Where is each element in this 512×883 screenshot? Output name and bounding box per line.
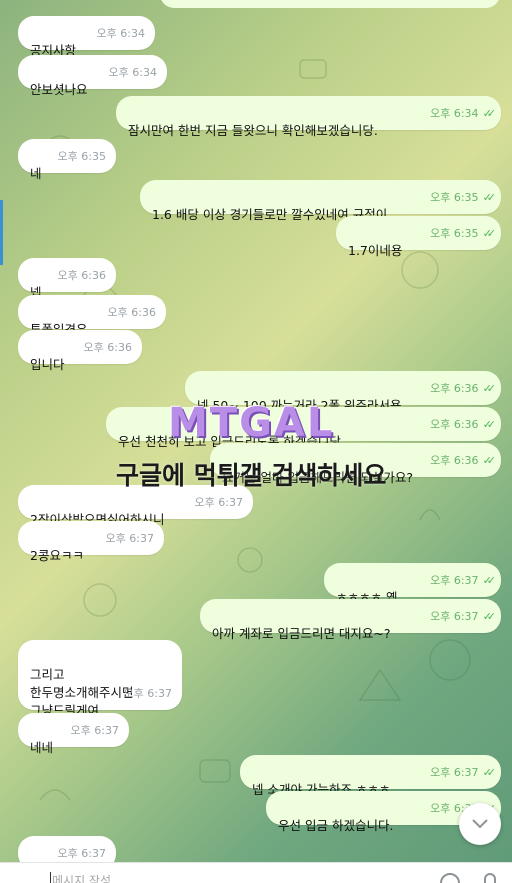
message-bubble[interactable]: 넵 오후 6:36 (18, 258, 116, 300)
message-bubble[interactable]: ㅎㅎㅎㅎ 옙 오후 6:37 ✓✓ (324, 563, 501, 605)
message-text: 네 (30, 166, 42, 181)
message-time: 오후 6:35 (430, 227, 479, 240)
message-text: 1.7이네용 (348, 243, 403, 258)
double-check-icon: ✓✓ (482, 227, 497, 240)
message-time: 오후 6:37 (123, 687, 172, 700)
smile-icon[interactable] (440, 873, 460, 883)
message-time: 오후 6:34 (430, 107, 479, 120)
message-time: 오후 6:36 (430, 454, 479, 467)
message-text: 잠시만여 한번 지금 들왓으니 확인해보겠습니당. (128, 123, 378, 138)
message-meta: 오후 6:37✓✓ (430, 608, 497, 626)
message-time: 오후 6:36 (83, 341, 132, 354)
message-text: 네네 (30, 740, 54, 755)
message-time: 오후 6:37 (57, 847, 106, 860)
message-time: 오후 6:35 (430, 191, 479, 204)
double-check-icon: ✓✓ (482, 191, 497, 204)
message-text: 우선 입금 하겠습니다. (278, 818, 394, 833)
message-bubble[interactable]: 네네 오후 6:37 (18, 713, 129, 755)
message-composer[interactable]: 메시지 작성 (0, 862, 512, 883)
message-time: 오후 6:37 (70, 724, 119, 737)
double-check-icon: ✓✓ (482, 418, 497, 431)
double-check-icon: ✓✓ (482, 610, 497, 623)
message-bubble[interactable]: 네 오후 6:37 (18, 836, 116, 862)
double-check-icon: ✓✓ (482, 107, 497, 120)
message-time: 오후 6:36 (57, 269, 106, 282)
message-time: 오후 6:34 (96, 27, 145, 40)
message-bubble[interactable]: 2콩요ㅋㅋ 오후 6:37 (18, 521, 164, 563)
watermark-text: 구글에 먹튀갤 검색하세요 (116, 461, 387, 490)
message-bubble[interactable]: 잠시만여 한번 지금 들왓으니 확인해보겠습니당. 오후 6:34 ✓✓ (116, 96, 501, 138)
message-bubble[interactable]: 아까 계좌로 입금드리면 대지요~? 오후 6:37 ✓✓ (200, 599, 501, 641)
message-time: 오후 6:35 (57, 150, 106, 163)
message-text: 그리고 한두명소개해주시면 그냥드릴게여 (30, 667, 134, 718)
message-bubble[interactable]: 1.7이네용 오후 6:35 ✓✓ (336, 216, 501, 258)
message-time: 오후 6:37 (430, 610, 479, 623)
double-check-icon: ✓✓ (482, 454, 497, 467)
message-meta: 오후 6:34 ✓✓ (430, 105, 497, 123)
message-bubble[interactable]: 공지사항 오후 6:34 (18, 16, 155, 58)
microphone-icon[interactable] (484, 873, 496, 883)
message-time: 오후 6:36 (107, 306, 156, 319)
watermark-logo: MTGAL (168, 400, 335, 446)
message-input[interactable]: 메시지 작성 (52, 872, 111, 883)
message-meta: 오후 6:37✓✓ (430, 764, 497, 782)
message-meta: 오후 6:36 ✓✓ (430, 452, 497, 470)
message-bubble-partial (160, 0, 500, 8)
message-text: 2콩요ㅋㅋ (30, 548, 84, 563)
message-text: 아까 계좌로 입금드리면 대지요~? (212, 626, 391, 641)
message-bubble[interactable]: 1.6 배당 이상 경기들로만 깔수있네여 규정이 오후 6:35 ✓✓ (140, 180, 501, 222)
message-time: 오후 6:37 (194, 496, 243, 509)
double-check-icon: ✓✓ (482, 382, 497, 395)
message-time: 오후 6:37 (430, 574, 479, 587)
message-bubble[interactable]: 입니다 오후 6:36 (18, 330, 142, 372)
message-text: 입니다 (30, 357, 65, 372)
message-time: 오후 6:37 (105, 532, 154, 545)
message-bubble[interactable]: 안보셧나요 오후 6:34 (18, 55, 167, 97)
message-meta: 오후 6:36 ✓✓ (430, 380, 497, 398)
double-check-icon: ✓✓ (482, 766, 497, 779)
message-bubble[interactable]: 네 오후 6:35 (18, 139, 116, 181)
message-meta: 오후 6:36 ✓✓ (430, 416, 497, 434)
message-meta: 오후 6:35 ✓✓ (430, 225, 497, 243)
chevron-down-icon (472, 819, 488, 829)
text-caret (50, 872, 51, 883)
double-check-icon: ✓✓ (482, 574, 497, 587)
scroll-down-button[interactable] (459, 803, 501, 845)
message-meta: 오후 6:35 ✓✓ (430, 189, 497, 207)
message-time: 오후 6:34 (108, 66, 157, 79)
message-time: 오후 6:37 (430, 766, 479, 779)
message-bubble[interactable]: 투폴일경우 오후 6:36 (18, 295, 166, 337)
message-bubble[interactable]: 넵 소개야 가능하죠 ㅎㅎㅎ 오후 6:37 ✓✓ (240, 755, 501, 797)
message-text: 안보셧나요 (30, 82, 88, 97)
message-meta: 오후 6:37✓✓ (430, 572, 497, 590)
message-time: 오후 6:36 (430, 382, 479, 395)
message-time: 오후 6:36 (430, 418, 479, 431)
message-bubble[interactable]: 그리고 한두명소개해주시면 그냥드릴게여 오후 6:37 (18, 640, 182, 718)
